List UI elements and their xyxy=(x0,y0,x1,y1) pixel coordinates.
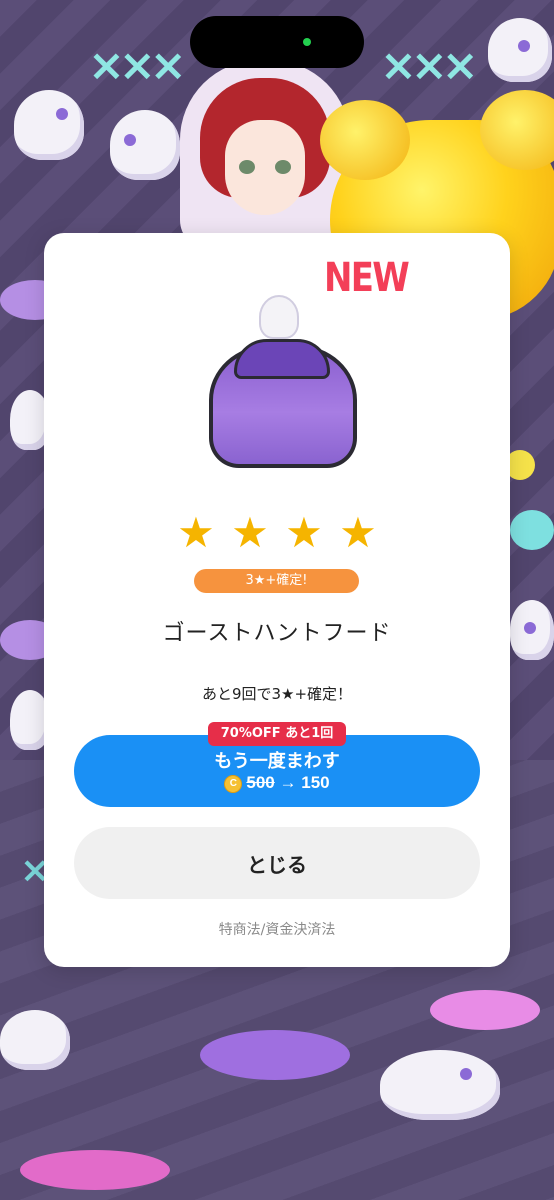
star-icon: ★ xyxy=(177,508,215,557)
gacha-result-modal: NEW ★ ★ ★ ★ 3★+確定! ゴーストハントフード あと9回で3★+確定… xyxy=(44,233,510,967)
pink-splat xyxy=(20,1150,170,1190)
pity-counter-text: あと9回で3★+確定！ xyxy=(201,685,353,703)
guarantee-pill: 3★+確定! xyxy=(194,569,359,593)
camera-indicator-icon xyxy=(303,38,311,46)
ghost-decoration xyxy=(510,600,554,660)
ghost-decoration xyxy=(110,110,180,180)
avatar-character xyxy=(180,60,350,260)
item-image xyxy=(204,295,357,475)
star-icon: ★ xyxy=(285,508,323,557)
teal-splat xyxy=(510,510,554,550)
dynamic-island xyxy=(190,16,364,68)
coin-icon: C xyxy=(224,774,243,793)
price-arrow: → xyxy=(279,773,297,792)
pink-splat xyxy=(430,990,540,1030)
price-row: C 500 → 150 xyxy=(74,773,480,793)
x-pattern-decoration: ××× xyxy=(88,40,187,91)
x-pattern-decoration: ××× xyxy=(380,40,479,91)
ghost-decoration xyxy=(488,18,552,82)
new-price: 150 xyxy=(301,773,330,792)
old-price: 500 xyxy=(246,773,275,792)
star-icon: ★ xyxy=(231,508,269,557)
legal-link[interactable]: 特商法/資金決済法 xyxy=(44,919,510,939)
ghost-decoration xyxy=(14,90,84,160)
ghost-decoration xyxy=(0,1010,70,1070)
purple-splat xyxy=(200,1030,350,1080)
discount-badge: 70%OFF あと1回 xyxy=(208,722,346,746)
star-icon: ★ xyxy=(339,508,377,557)
spin-again-label: もう一度まわす xyxy=(214,751,340,771)
rarity-stars: ★ ★ ★ ★ xyxy=(44,509,510,557)
hood-rim xyxy=(234,339,330,379)
close-button[interactable]: とじる xyxy=(74,827,480,899)
item-name: ゴーストハントフード xyxy=(162,621,392,646)
ghost-decoration xyxy=(380,1050,500,1120)
ghost-icon xyxy=(259,295,299,339)
